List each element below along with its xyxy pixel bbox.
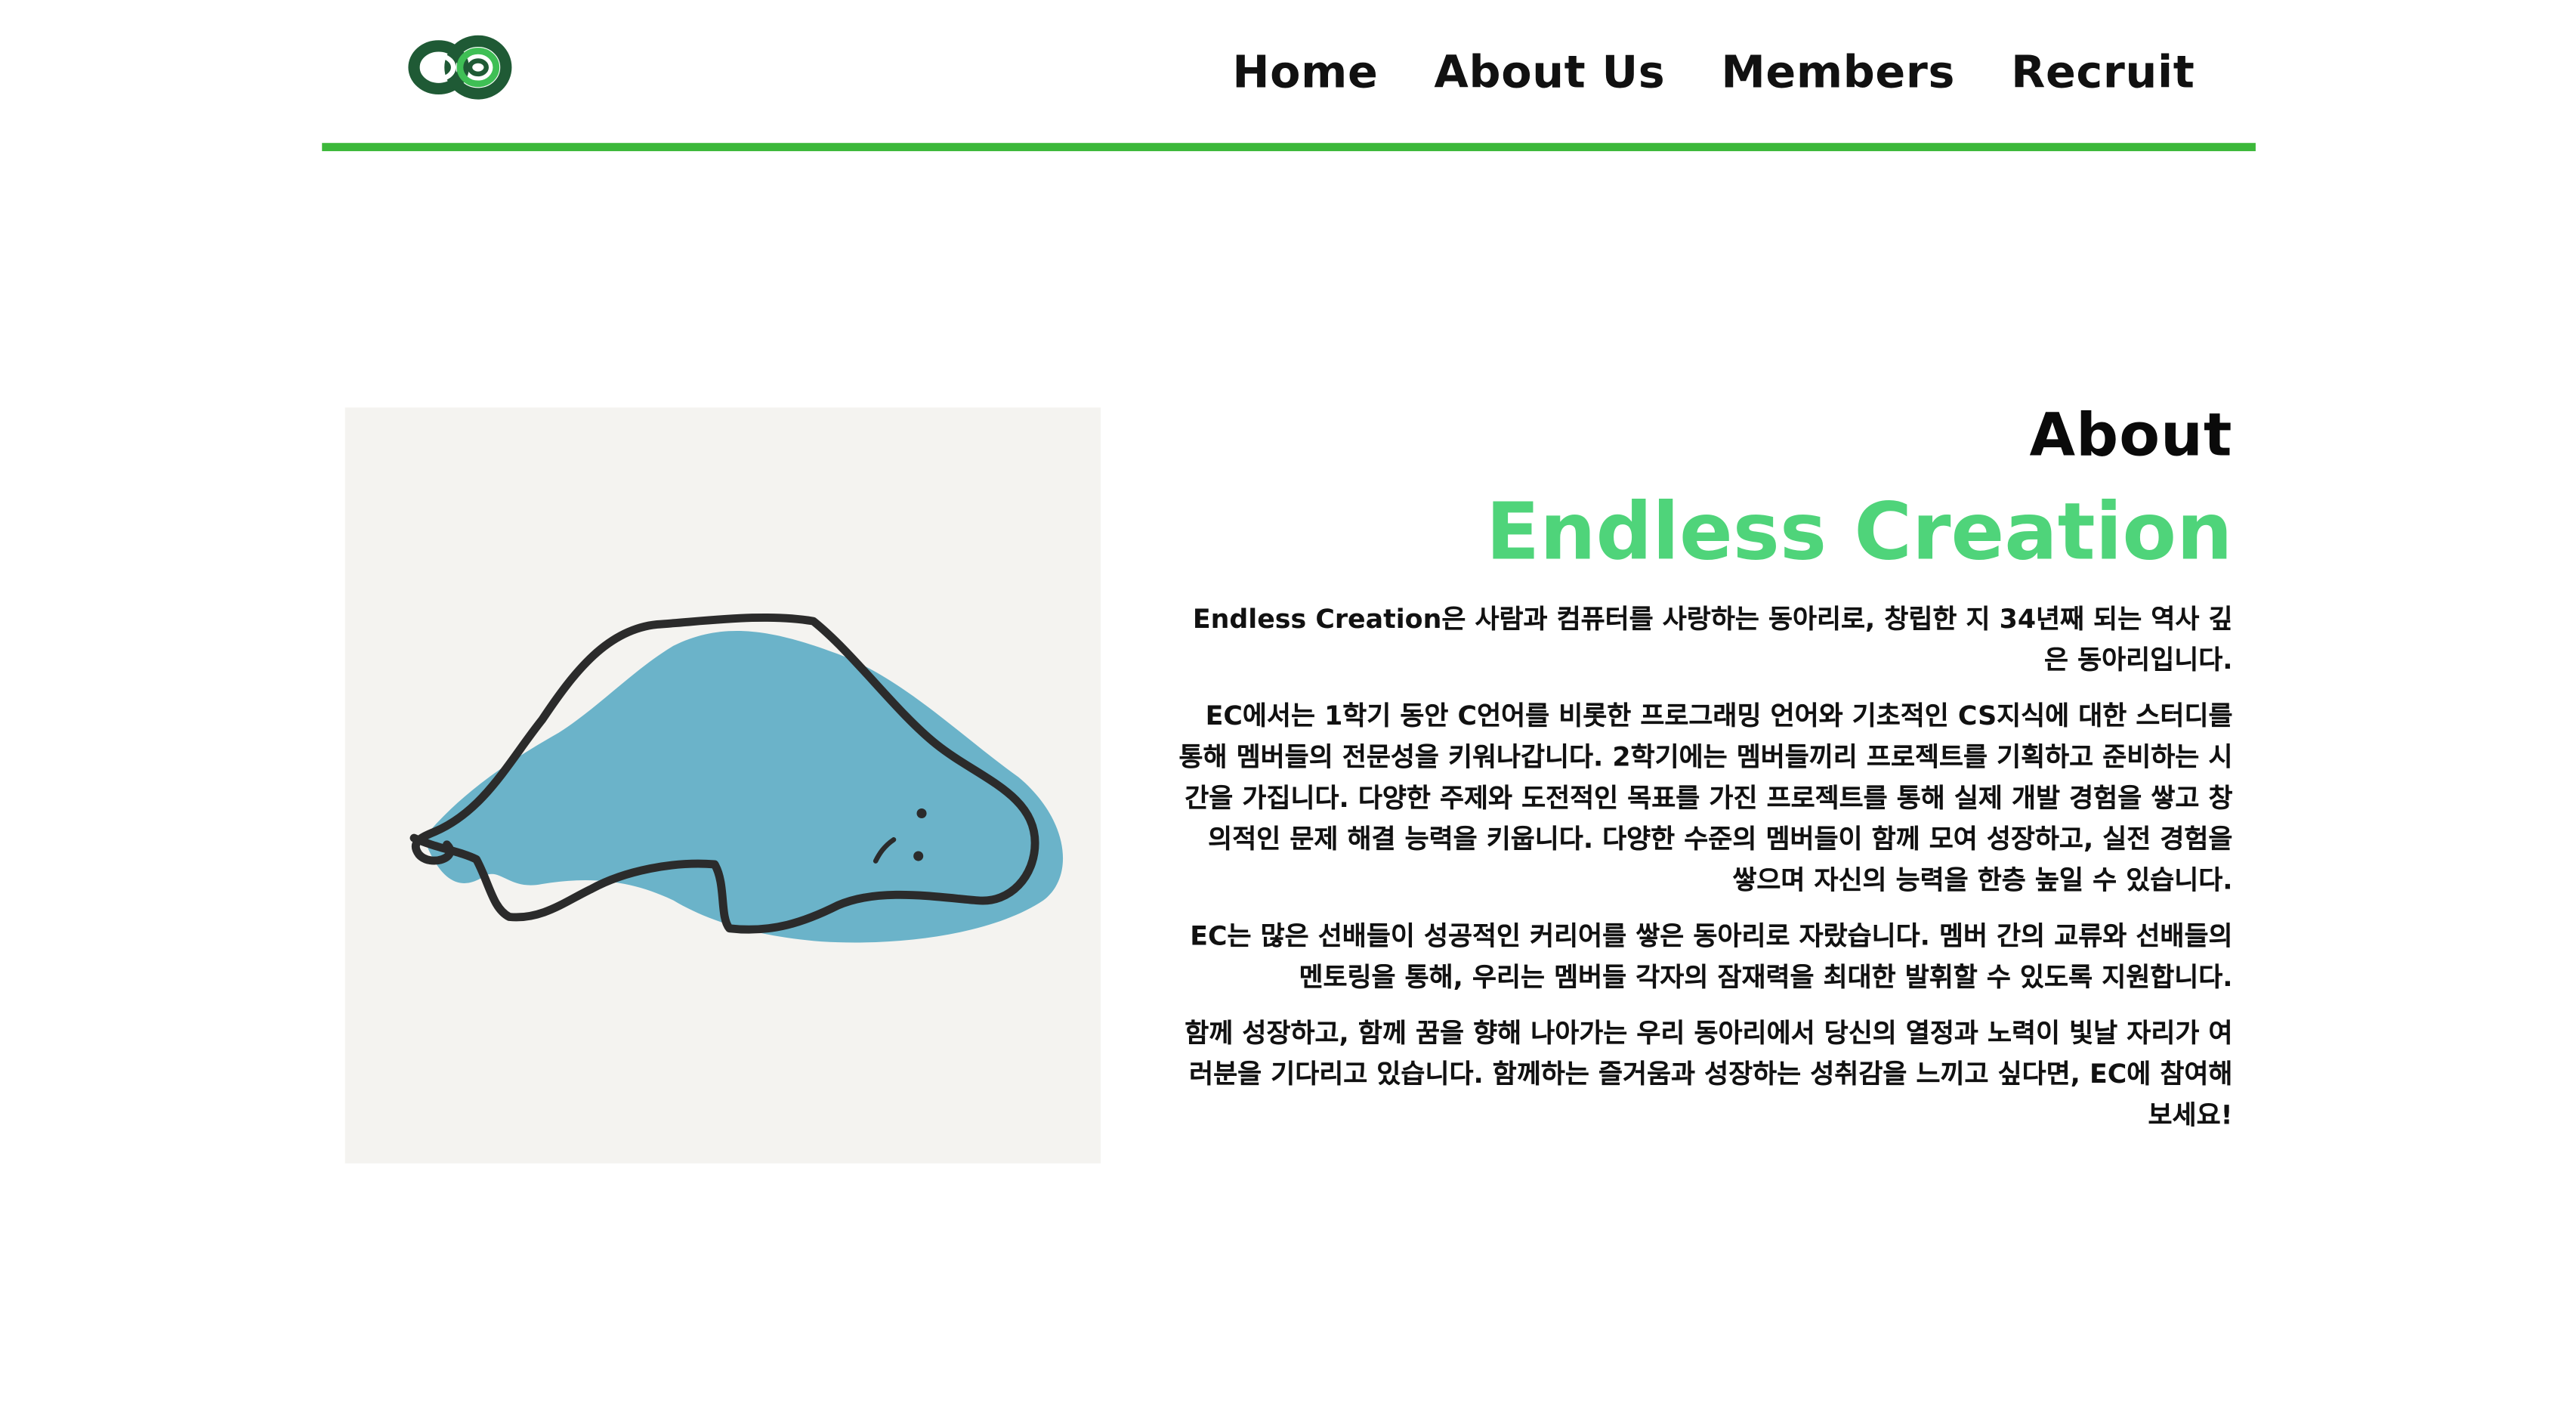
nav-recruit[interactable]: Recruit — [2011, 46, 2195, 102]
page: Home About Us Members Recruit About Endl… — [0, 0, 2576, 1425]
about-section: About Endless Creation Endless Creation은… — [1176, 401, 2233, 1151]
about-title: Endless Creation — [1485, 486, 2233, 579]
nav-home[interactable]: Home — [1232, 46, 1378, 102]
about-paragraph-3: EC는 많은 선배들이 성공적인 커리어를 쌓은 동아리로 자랐습니다. 멤버 … — [1190, 920, 2233, 993]
about-paragraph-1: Endless Creation은 사람과 컴퓨터를 사랑하는 동아리로, 창립… — [1192, 603, 2233, 675]
about-paragraph-4: 함께 성장하고, 함께 꿈을 향해 나아가는 우리 동아리에서 당신의 열정과 … — [1185, 1017, 2233, 1131]
nav-about-us[interactable]: About Us — [1434, 46, 1665, 102]
site-header: Home About Us Members Recruit — [322, 0, 2256, 152]
infinity-logo-icon[interactable] — [404, 26, 513, 109]
about-paragraph-2: EC에서는 1학기 동안 C언어를 비롯한 프로그래밍 언어와 기초적인 CS지… — [1178, 700, 2233, 896]
nav-members[interactable]: Members — [1721, 46, 1955, 102]
blue-blob-doodle-illustration — [344, 407, 1101, 1164]
main-nav: Home About Us Members Recruit — [1232, 46, 2195, 102]
header-divider — [322, 143, 2256, 152]
about-kicker: About — [2029, 402, 2233, 470]
